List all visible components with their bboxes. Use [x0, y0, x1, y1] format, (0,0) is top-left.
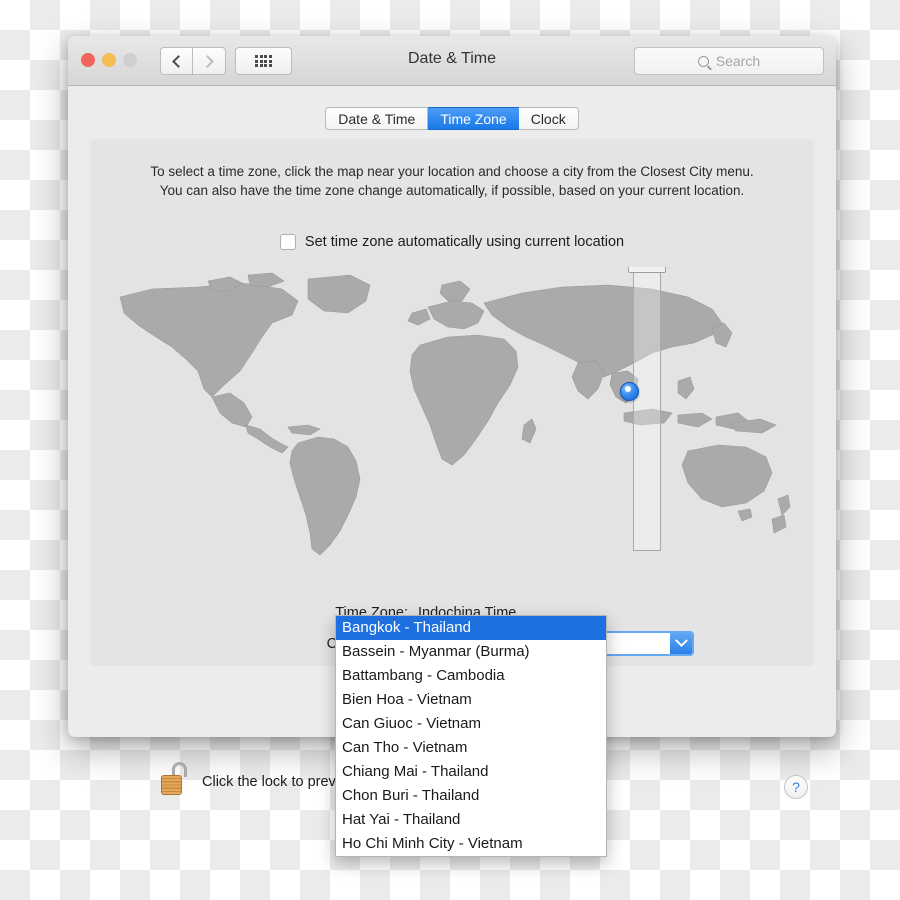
list-item[interactable]: Ho Chi Minh City - Vietnam [336, 832, 606, 856]
closest-city-dropdown-button[interactable] [670, 633, 692, 654]
location-pin-icon[interactable] [620, 382, 639, 401]
unlocked-padlock-icon[interactable] [161, 762, 189, 796]
search-placeholder: Search [715, 53, 761, 69]
chevron-down-icon [674, 634, 688, 648]
timezone-highlight-band [633, 272, 661, 551]
list-item[interactable]: Chon Buri - Thailand [336, 784, 606, 808]
tab-date-and-time[interactable]: Date & Time [325, 107, 429, 130]
closest-city-dropdown-list[interactable]: Bangkok - Thailand Bassein - Myanmar (Bu… [335, 615, 607, 857]
tab-bar: Date & Time Time Zone Clock [68, 107, 836, 130]
timezone-top-marker [628, 267, 666, 273]
search-icon [697, 55, 709, 67]
instructions-text: To select a time zone, click the map nea… [90, 162, 814, 200]
world-map-svg [112, 267, 792, 577]
padlock-body [161, 775, 182, 795]
list-item[interactable]: Can Tho - Vietnam [336, 736, 606, 760]
search-input[interactable]: Search [634, 47, 824, 75]
list-item[interactable]: Bangkok - Thailand [336, 616, 606, 640]
auto-timezone-checkbox[interactable] [279, 234, 296, 250]
world-map[interactable] [112, 267, 792, 577]
instructions-line-1: To select a time zone, click the map nea… [150, 164, 754, 179]
list-item[interactable]: Bassein - Myanmar (Burma) [336, 640, 606, 664]
time-zone-panel: To select a time zone, click the map nea… [90, 139, 814, 666]
tab-clock[interactable]: Clock [518, 107, 579, 130]
list-item[interactable]: Can Giuoc - Vietnam [336, 712, 606, 736]
list-item[interactable]: Battambang - Cambodia [336, 664, 606, 688]
auto-timezone-label: Set time zone automatically using curren… [304, 234, 625, 250]
instructions-line-2: You can also have the time zone change a… [159, 183, 745, 198]
list-item[interactable]: Chiang Mai - Thailand [336, 760, 606, 784]
tab-time-zone[interactable]: Time Zone [428, 107, 519, 130]
screenshot-canvas: Date & Time Search Date & Time Time Zone… [0, 0, 900, 900]
auto-timezone-row[interactable]: Set time zone automatically using curren… [90, 234, 814, 250]
window-titlebar: Date & Time Search [68, 36, 836, 86]
list-item[interactable]: Hat Yai - Thailand [336, 808, 606, 832]
list-item[interactable]: Bien Hoa - Vietnam [336, 688, 606, 712]
help-button[interactable]: ? [784, 775, 808, 799]
